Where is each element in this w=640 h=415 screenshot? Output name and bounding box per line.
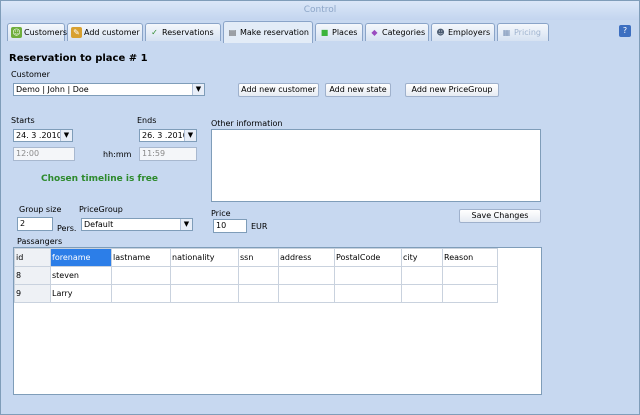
column-header-id[interactable]: id [14, 248, 51, 267]
table-cell[interactable] [111, 284, 171, 303]
column-header-city[interactable]: city [401, 248, 443, 267]
table-cell[interactable] [111, 266, 171, 285]
price-label: Price [211, 209, 231, 218]
table-cell[interactable] [442, 284, 498, 303]
add-new-state-button[interactable]: Add new state [325, 83, 391, 97]
column-header-forename[interactable]: forename [50, 248, 112, 267]
table-cell[interactable]: 9 [14, 284, 51, 303]
chevron-down-icon: ▼ [60, 130, 72, 141]
table-cell[interactable] [334, 284, 402, 303]
table-row[interactable]: 8 steven [14, 266, 498, 285]
make-reservation-panel: Reservation to place # 1 Customer Demo |… [5, 43, 635, 403]
group-size-label: Group size [19, 205, 62, 214]
table-row[interactable]: 9 Larry [14, 284, 498, 303]
reservation-heading: Reservation to place # 1 [9, 53, 148, 64]
table-cell[interactable]: Larry [50, 284, 112, 303]
hhmm-label: hh:mm [103, 150, 132, 159]
checkmark-icon: ✓ [151, 28, 158, 37]
table-header-row: id forename lastname nationality ssn add… [14, 248, 498, 267]
pricing-icon: ▦ [502, 28, 511, 37]
customer-select[interactable]: Demo | John | Doe ▼ [13, 83, 205, 96]
table-cell[interactable] [170, 284, 239, 303]
places-icon: ■ [320, 28, 329, 37]
column-header-postalcode[interactable]: PostalCode [334, 248, 402, 267]
ends-time-field[interactable]: 11:59 [139, 147, 197, 161]
column-header-nationality[interactable]: nationality [170, 248, 239, 267]
pers-label: Pers. [57, 224, 77, 233]
starts-time-field[interactable]: 12:00 [13, 147, 75, 161]
currency-label: EUR [251, 222, 268, 231]
table-cell[interactable] [278, 284, 335, 303]
table-cell[interactable] [238, 266, 279, 285]
passengers-grid[interactable]: id forename lastname nationality ssn add… [13, 247, 542, 395]
customer-label: Customer [11, 70, 50, 79]
save-changes-button[interactable]: Save Changes [459, 209, 541, 223]
group-size-field[interactable]: 2 [17, 217, 53, 231]
chevron-down-icon: ▼ [184, 130, 196, 141]
help-icon[interactable]: ? [619, 25, 631, 37]
table-cell[interactable] [442, 266, 498, 285]
pricegroup-label: PriceGroup [79, 205, 123, 214]
other-information-textarea[interactable] [211, 129, 541, 202]
add-customer-icon: ✎ [71, 27, 82, 38]
table-cell[interactable] [401, 284, 443, 303]
table-cell[interactable] [334, 266, 402, 285]
table-cell[interactable]: 8 [14, 266, 51, 285]
pricegroup-select[interactable]: Default ▼ [81, 218, 193, 231]
tab-add-customer[interactable]: ✎ Add customer [67, 23, 143, 41]
column-header-reason[interactable]: Reason [442, 248, 498, 267]
starts-label: Starts [11, 116, 35, 125]
add-new-pricegroup-button[interactable]: Add new PriceGroup [405, 83, 499, 97]
ends-label: Ends [137, 116, 157, 125]
window-title: Control [1, 1, 639, 20]
tab-reservations[interactable]: ✓ Reservations [145, 23, 221, 41]
application-window: Control ☺ Customers ✎ Add customer ✓ Reserv… [0, 0, 640, 415]
table-cell[interactable] [278, 266, 335, 285]
add-new-customer-button[interactable]: Add new customer [238, 83, 319, 97]
column-header-lastname[interactable]: lastname [111, 248, 171, 267]
column-header-address[interactable]: address [278, 248, 335, 267]
tab-pricing[interactable]: ▦ Pricing [497, 23, 549, 41]
chevron-down-icon: ▼ [180, 219, 192, 230]
make-reservation-icon: ▤ [228, 28, 237, 37]
chevron-down-icon: ▼ [192, 84, 204, 95]
employers-icon: ☻ [436, 28, 445, 37]
tab-places[interactable]: ■ Places [315, 23, 363, 41]
tab-categories[interactable]: ◆ Categories [365, 23, 429, 41]
price-field[interactable]: 10 [213, 219, 247, 233]
table-cell[interactable] [401, 266, 443, 285]
table-cell[interactable] [238, 284, 279, 303]
tab-make-reservation[interactable]: ▤ Make reservation [223, 21, 313, 43]
other-information-label: Other information [211, 119, 283, 128]
customers-icon: ☺ [11, 27, 22, 38]
passengers-table: id forename lastname nationality ssn add… [14, 248, 498, 303]
categories-icon: ◆ [371, 28, 378, 37]
starts-date-picker[interactable]: 24. 3 .2010 ▼ [13, 129, 73, 142]
ends-date-picker[interactable]: 26. 3 .2010 ▼ [139, 129, 197, 142]
passengers-label: Passangers [17, 237, 63, 246]
timeline-status-text: Chosen timeline is free [41, 174, 159, 184]
tab-customers[interactable]: ☺ Customers [7, 23, 67, 41]
column-header-ssn[interactable]: ssn [238, 248, 279, 267]
table-cell[interactable]: steven [50, 266, 112, 285]
tab-employers[interactable]: ☻ Employers [431, 23, 495, 41]
table-cell[interactable] [170, 266, 239, 285]
